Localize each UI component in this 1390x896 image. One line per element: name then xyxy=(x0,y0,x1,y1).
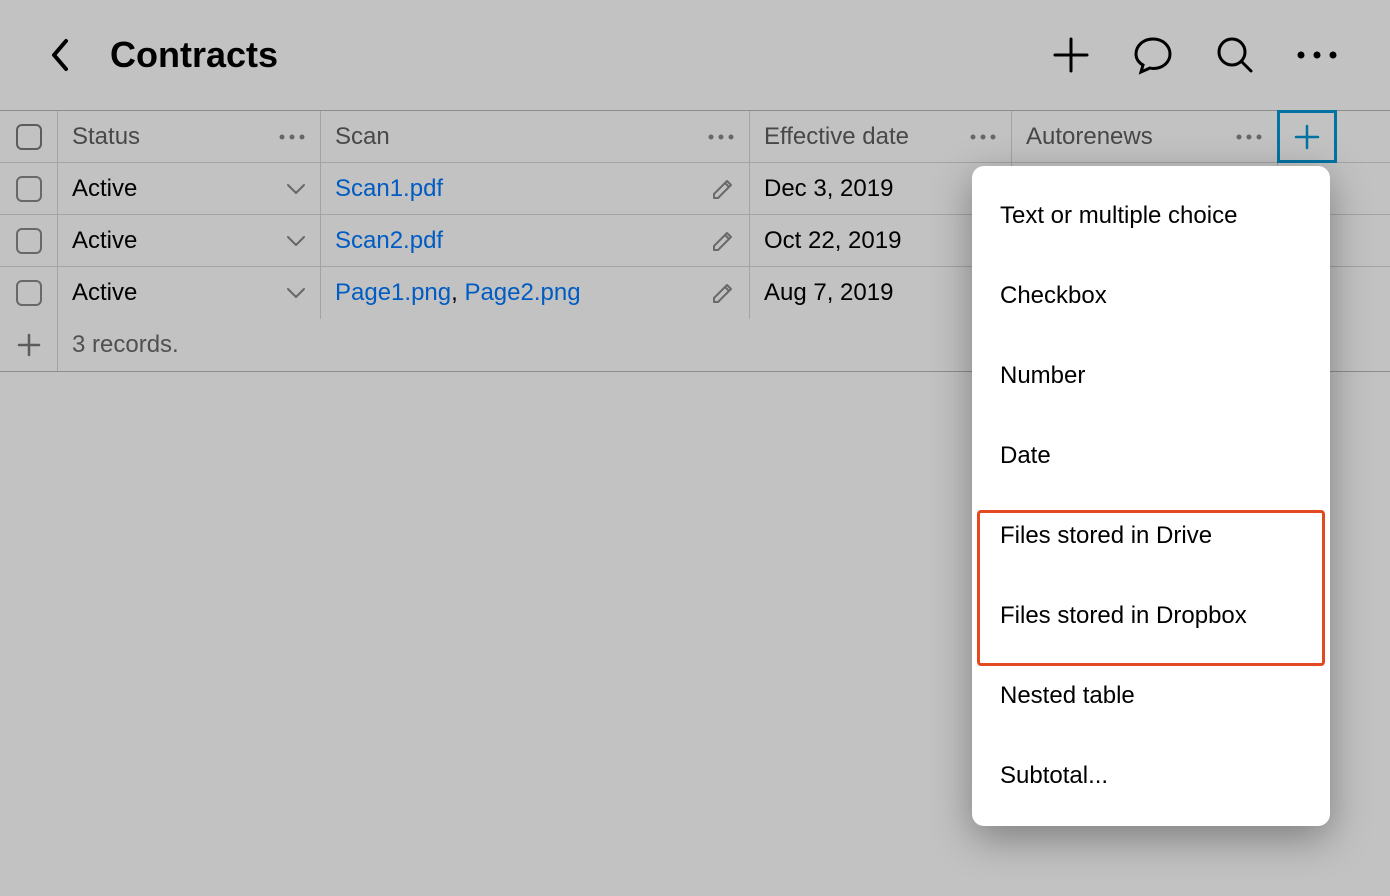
ellipsis-icon xyxy=(278,133,306,141)
pencil-icon[interactable] xyxy=(711,177,735,201)
file-link[interactable]: Scan2.pdf xyxy=(335,227,443,254)
column-label: Effective date xyxy=(764,123,969,151)
column-type-option[interactable]: Number xyxy=(972,336,1330,416)
row-select-cell[interactable] xyxy=(0,215,58,266)
column-menu-button[interactable] xyxy=(707,133,735,141)
pencil-icon[interactable] xyxy=(711,229,735,253)
column-type-option[interactable]: Files stored in Dropbox xyxy=(972,576,1330,656)
status-cell[interactable]: Active xyxy=(58,215,321,266)
plus-icon xyxy=(1051,35,1091,75)
column-type-option[interactable]: Subtotal... xyxy=(972,736,1330,816)
ellipsis-icon xyxy=(707,133,735,141)
scan-cell[interactable]: Scan2.pdf xyxy=(321,215,750,266)
file-link[interactable]: Scan1.pdf xyxy=(335,175,443,202)
ellipsis-icon xyxy=(969,133,997,141)
row-checkbox[interactable] xyxy=(16,228,42,254)
chat-bubble-icon xyxy=(1132,34,1174,76)
scan-cell[interactable]: Scan1.pdf xyxy=(321,163,750,214)
column-label: Autorenews xyxy=(1026,123,1235,151)
column-menu-button[interactable] xyxy=(969,133,997,141)
plus-icon xyxy=(1293,123,1321,151)
chevron-left-icon xyxy=(50,37,70,73)
column-type-option[interactable]: Date xyxy=(972,416,1330,496)
select-all-cell[interactable] xyxy=(0,111,58,162)
comment-button[interactable] xyxy=(1130,32,1176,78)
column-label: Scan xyxy=(335,123,707,151)
file-link[interactable]: Page2.png xyxy=(464,279,580,306)
ellipsis-icon xyxy=(1235,133,1263,141)
status-value: Active xyxy=(72,227,286,255)
ellipsis-icon xyxy=(1295,49,1339,61)
row-checkbox[interactable] xyxy=(16,176,42,202)
file-link[interactable]: Page1.png xyxy=(335,279,451,306)
scan-files: Page1.png, Page2.png xyxy=(335,279,711,307)
effective-date-value: Dec 3, 2019 xyxy=(764,175,893,203)
table-header-row: Status Scan Effective date Autorenews xyxy=(0,111,1390,163)
status-cell[interactable]: Active xyxy=(58,267,321,319)
page-title: Contracts xyxy=(110,34,1048,76)
scan-cell[interactable]: Page1.png, Page2.png xyxy=(321,267,750,319)
header-actions xyxy=(1048,32,1340,78)
chevron-down-icon xyxy=(286,183,306,195)
header: Contracts xyxy=(0,0,1390,110)
column-type-option[interactable]: Files stored in Drive xyxy=(972,496,1330,576)
separator: , xyxy=(451,279,464,306)
status-cell[interactable]: Active xyxy=(58,163,321,214)
back-button[interactable] xyxy=(40,25,80,85)
column-header-autorenews[interactable]: Autorenews xyxy=(1012,111,1278,162)
plus-icon xyxy=(16,332,42,358)
chevron-down-icon xyxy=(286,235,306,247)
status-value: Active xyxy=(72,279,286,307)
search-icon xyxy=(1215,35,1255,75)
scan-files: Scan1.pdf xyxy=(335,175,711,203)
add-row-button[interactable] xyxy=(0,319,58,371)
column-type-option[interactable]: Text or multiple choice xyxy=(972,176,1330,256)
effective-date-value: Oct 22, 2019 xyxy=(764,227,901,255)
row-checkbox[interactable] xyxy=(16,280,42,306)
search-button[interactable] xyxy=(1212,32,1258,78)
scan-files: Scan2.pdf xyxy=(335,227,711,255)
column-label: Status xyxy=(72,123,278,151)
column-type-option[interactable]: Checkbox xyxy=(972,256,1330,336)
more-button[interactable] xyxy=(1294,32,1340,78)
column-menu-button[interactable] xyxy=(1235,133,1263,141)
column-header-effective-date[interactable]: Effective date xyxy=(750,111,1012,162)
add-button[interactable] xyxy=(1048,32,1094,78)
row-select-cell[interactable] xyxy=(0,267,58,319)
column-header-status[interactable]: Status xyxy=(58,111,321,162)
effective-date-value: Aug 7, 2019 xyxy=(764,279,893,307)
chevron-down-icon xyxy=(286,287,306,299)
column-menu-button[interactable] xyxy=(278,133,306,141)
column-type-option[interactable]: Nested table xyxy=(972,656,1330,736)
add-column-type-menu: Text or multiple choiceCheckboxNumberDat… xyxy=(972,166,1330,826)
add-column-button[interactable] xyxy=(1278,111,1336,162)
status-value: Active xyxy=(72,175,286,203)
column-header-scan[interactable]: Scan xyxy=(321,111,750,162)
row-select-cell[interactable] xyxy=(0,163,58,214)
select-all-checkbox[interactable] xyxy=(16,124,42,150)
pencil-icon[interactable] xyxy=(711,281,735,305)
